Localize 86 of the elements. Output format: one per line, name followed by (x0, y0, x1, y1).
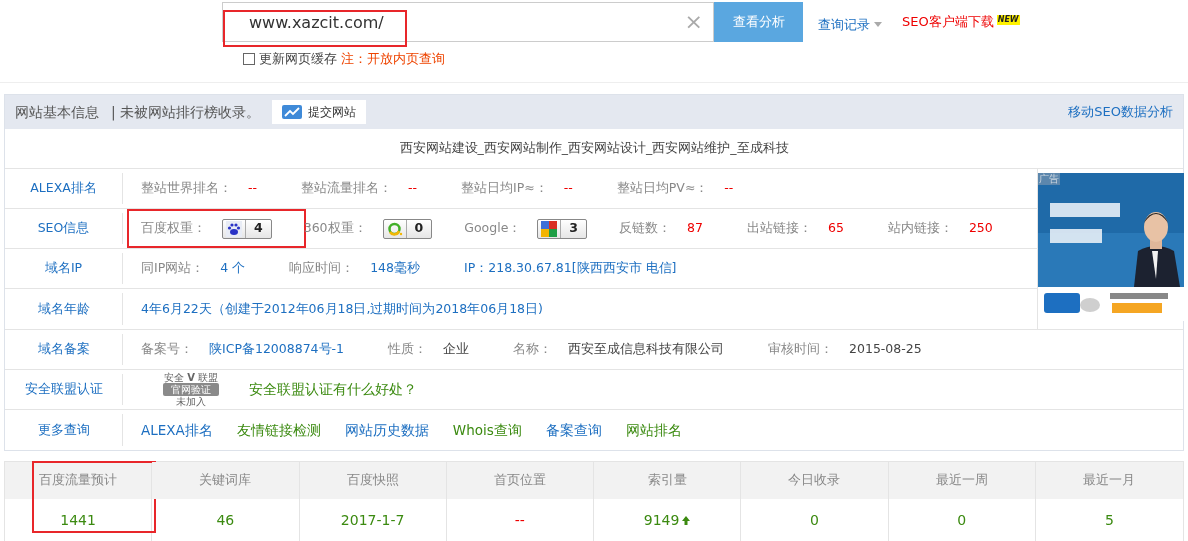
field-value: -- (408, 179, 418, 198)
seal-text: 安全 (164, 372, 185, 383)
field-label: Google： (464, 219, 522, 238)
column-heading: 索引量 (647, 471, 687, 490)
seal-text: V (187, 372, 195, 383)
query-link[interactable]: 备案查询 (545, 419, 602, 441)
ring-icon (386, 220, 403, 237)
field-value: 陕ICP备12008874号-1 (209, 340, 345, 359)
field-label: 百度权重： (141, 219, 206, 238)
column-heading: 百度快照 (346, 471, 399, 490)
analyze-button[interactable]: 查看分析 (714, 2, 803, 42)
field-label: 整站流量排名： (301, 179, 393, 198)
field-value: 148毫秒 (370, 259, 421, 278)
field-label: 名称： (513, 340, 553, 359)
table-cell-text: -- (514, 510, 525, 530)
query-link[interactable]: 安全联盟认证有什么好处？ (249, 379, 417, 400)
query-link[interactable]: 网站历史数据 (344, 419, 429, 441)
seal-ribbon: 官网验证 (163, 383, 219, 396)
field-value: 4年6月22天（创建于2012年06月18日,过期时间为2018年06月18日) (141, 299, 543, 318)
submit-site-button[interactable]: 提交网站 (272, 100, 367, 124)
field-label: 出站链接： (746, 219, 812, 238)
table-cell-text: 0 (957, 510, 967, 530)
table-cell-text: 5 (1104, 510, 1114, 530)
cache-checkbox[interactable] (243, 52, 255, 65)
seal-text: 未加入 (176, 396, 206, 407)
row-label: 域名备案 (37, 340, 90, 359)
column-heading: 今日收录 (788, 471, 841, 490)
table-cell-text: 1441 (60, 510, 96, 530)
caret-icon (874, 22, 882, 27)
column-heading: 最近一周 (935, 471, 988, 490)
trend-chart-icon (282, 105, 303, 119)
table-cell-text: 0 (809, 510, 819, 530)
row-label: 更多查询 (37, 420, 90, 439)
field-label: 审核时间： (768, 340, 834, 359)
column-heading: 百度流量预计 (39, 471, 118, 490)
query-link[interactable]: ALEXA排名 (141, 419, 213, 441)
field-value: 2015-08-25 (849, 340, 922, 359)
seal-text: 联盟 (197, 372, 218, 383)
field-label: 整站世界排名： (141, 179, 232, 198)
row-label: ALEXA排名 (30, 179, 97, 198)
row-label: 域名IP (44, 259, 83, 278)
row-label: 域名年龄 (37, 299, 90, 318)
field-label: 备案号： (141, 340, 193, 359)
field-value: 4 个 (220, 259, 246, 278)
field-label: 响应时间： (289, 259, 355, 278)
field-value: 87 (687, 219, 703, 238)
field-value: -- (724, 179, 734, 198)
rank-value: 4 (253, 219, 264, 238)
table-cell-text: 2017-1-7 (340, 510, 405, 530)
download-link[interactable]: SEO客户端下载 (902, 12, 994, 32)
history-link[interactable]: 查询记录 (818, 14, 882, 35)
field-label: 整站日均PV≈： (616, 179, 709, 198)
column-heading: 最近一月 (1083, 471, 1136, 490)
new-badge: NEW (996, 15, 1020, 25)
field-value: -- (563, 179, 573, 198)
checkbox-label: 更新网页缓存 (259, 50, 337, 68)
field-label: 反链数： (619, 219, 672, 238)
note-text: 注：开放内页查询 (341, 50, 445, 68)
column-heading: 关键词库 (199, 471, 252, 490)
field-value: -- (248, 179, 258, 198)
panel-subtitle: | 未被网站排行榜收录。 (111, 102, 261, 123)
site-title: 西安网站建设_西安网站制作_西安网站设计_西安网站维护_至成科技 (399, 139, 789, 158)
field-label: 同IP网站： (141, 259, 205, 278)
field-label: 站内链接： (887, 219, 953, 238)
ad-tag: 广告 (1037, 173, 1060, 185)
column-heading: 首页位置 (493, 471, 546, 490)
row-label: 安全联盟认证 (24, 380, 103, 399)
row-label: SEO信息 (37, 219, 90, 238)
mobile-analysis-link[interactable]: 移动SEO数据分析 (1068, 102, 1173, 122)
field-value: 西安至成信息科技有限公司 (568, 340, 725, 359)
table-cell-text: 9149 (643, 510, 680, 530)
panel-title: 网站基本信息 (15, 102, 99, 122)
field-value: 企业 (443, 340, 470, 359)
query-link[interactable]: 友情链接检测 (236, 419, 321, 441)
field-value: 65 (827, 219, 844, 238)
field-value: 250 (968, 219, 993, 238)
field-label: 整站日均IP≈： (461, 179, 548, 198)
rank-value: 0 (413, 219, 425, 238)
table-cell-text: 46 (216, 510, 235, 530)
colored-blocks-icon (541, 220, 558, 237)
field-label: 性质： (388, 340, 428, 359)
field-value: IP：218.30.67.81[陕西西安市 电信] (464, 259, 677, 278)
query-link[interactable]: Whois查询 (452, 419, 522, 441)
paw-icon (226, 220, 242, 237)
rank-value: 3 (568, 219, 580, 238)
query-link[interactable]: 网站排名 (625, 419, 682, 441)
